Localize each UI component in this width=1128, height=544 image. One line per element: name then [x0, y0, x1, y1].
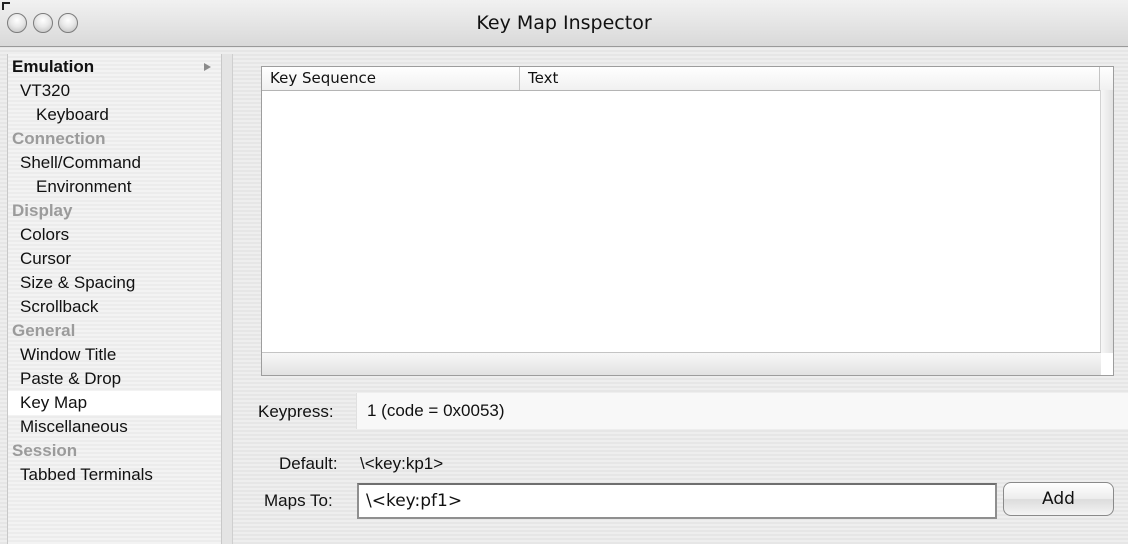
sidebar-item-label: Environment: [36, 177, 132, 196]
sidebar-item-label: Display: [12, 201, 73, 220]
table-horizontal-scrollbar[interactable]: [262, 352, 1101, 375]
window-title: Key Map Inspector: [476, 12, 652, 34]
maps-to-label: Maps To:: [264, 491, 333, 510]
default-label: Default:: [279, 454, 338, 473]
sidebar-section-display[interactable]: Display: [8, 199, 221, 223]
keypress-field[interactable]: 1 (code = 0x0053): [356, 393, 1128, 429]
disclosure-triangle-icon[interactable]: [204, 63, 211, 71]
sidebar-item-label: Session: [12, 441, 78, 460]
sidebar-item-label: Paste & Drop: [20, 369, 122, 388]
window-corner-mark: [2, 2, 10, 10]
sidebar-item-tabbed-terminals[interactable]: Tabbed Terminals: [8, 463, 221, 487]
sidebar-item-paste-and-drop[interactable]: Paste & Drop: [8, 367, 221, 391]
sidebar-item-scrollback[interactable]: Scrollback: [8, 295, 221, 319]
column-header-key-sequence[interactable]: Key Sequence: [262, 67, 520, 90]
sidebar-item-label: Emulation: [12, 57, 95, 76]
sidebar-section-general[interactable]: General: [8, 319, 221, 343]
column-header-text[interactable]: Text: [520, 67, 1100, 90]
sidebar-item-key-map[interactable]: Key Map: [8, 391, 221, 415]
sidebar-section-connection[interactable]: Connection: [8, 127, 221, 151]
sidebar-section-session[interactable]: Session: [8, 439, 221, 463]
sidebar-item-environment[interactable]: Environment: [8, 175, 221, 199]
sidebar-item-label: Tabbed Terminals: [20, 465, 153, 484]
category-sidebar: Emulation VT320 Keyboard Connection Shell/Co…: [7, 54, 222, 544]
sidebar-item-label: Miscellaneous: [20, 417, 128, 436]
sidebar-item-colors[interactable]: Colors: [8, 223, 221, 247]
sidebar-item-label: Cursor: [20, 249, 72, 268]
sidebar-item-window-title[interactable]: Window Title: [8, 343, 221, 367]
maps-to-input[interactable]: \<key:pf1>: [357, 483, 997, 519]
table-header: Key Sequence Text: [262, 67, 1113, 91]
sidebar-item-miscellaneous[interactable]: Miscellaneous: [8, 415, 221, 439]
sidebar-item-label: Connection: [12, 129, 106, 148]
sidebar-item-label: General: [12, 321, 76, 340]
sidebar-item-label: Colors: [20, 225, 70, 244]
sidebar-item-shell-command[interactable]: Shell/Command: [8, 151, 221, 175]
table-vertical-scrollbar[interactable]: [1100, 90, 1113, 353]
sidebar-item-label: Window Title: [20, 345, 117, 364]
sidebar-item-label: Shell/Command: [20, 153, 141, 172]
sidebar-item-keyboard[interactable]: Keyboard: [8, 103, 221, 127]
sidebar-divider[interactable]: [222, 54, 233, 544]
sidebar-item-vt320[interactable]: VT320: [8, 79, 221, 103]
sidebar-item-label: VT320: [20, 81, 71, 100]
sidebar-item-size-and-spacing[interactable]: Size & Spacing: [8, 271, 221, 295]
key-map-inspector-window: Key Map Inspector Emulation VT320 Keyboard…: [0, 0, 1128, 544]
keypress-label: Keypress:: [258, 402, 334, 421]
add-button[interactable]: Add: [1003, 482, 1114, 516]
sidebar-item-label: Key Map: [20, 393, 88, 412]
default-value: \<key:kp1>: [360, 454, 444, 473]
key-map-table[interactable]: Key Sequence Text: [261, 66, 1114, 376]
sidebar-item-label: Size & Spacing: [20, 273, 136, 292]
title-bar[interactable]: Key Map Inspector: [0, 0, 1128, 47]
sidebar-item-label: Keyboard: [36, 105, 109, 124]
sidebar-item-label: Scrollback: [20, 297, 99, 316]
sidebar-item-cursor[interactable]: Cursor: [8, 247, 221, 271]
sidebar-section-emulation[interactable]: Emulation: [8, 55, 221, 79]
